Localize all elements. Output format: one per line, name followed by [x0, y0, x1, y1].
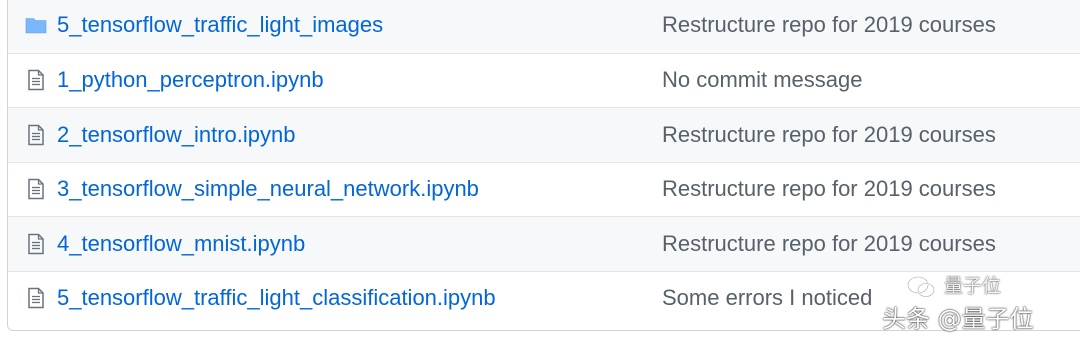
file-icon [28, 288, 44, 309]
file-row: 4_tensorflow_mnist.ipynb Restructure rep… [8, 216, 1080, 271]
file-icon [28, 124, 44, 145]
file-link[interactable]: 1_python_perceptron.ipynb [57, 67, 324, 93]
file-icon [28, 233, 44, 254]
file-link[interactable]: 2_tensorflow_intro.ipynb [57, 122, 295, 148]
file-link[interactable]: 5_tensorflow_traffic_light_classificatio… [57, 285, 496, 311]
file-icon [28, 70, 44, 91]
commit-message-link[interactable]: Restructure repo for 2019 courses [662, 231, 996, 257]
file-link[interactable]: 3_tensorflow_simple_neural_network.ipynb [57, 176, 479, 202]
commit-message-link[interactable]: Restructure repo for 2019 courses [662, 122, 996, 148]
folder-icon [25, 18, 47, 34]
file-icon [28, 179, 44, 200]
file-link[interactable]: 4_tensorflow_mnist.ipynb [57, 231, 305, 257]
file-list: 5_tensorflow_traffic_light_images Restru… [7, 0, 1080, 331]
commit-message-link[interactable]: Restructure repo for 2019 courses [662, 176, 996, 202]
file-row: 3_tensorflow_simple_neural_network.ipynb… [8, 161, 1080, 216]
file-row: 2_tensorflow_intro.ipynb Restructure rep… [8, 107, 1080, 162]
file-row: 5_tensorflow_traffic_light_classificatio… [8, 270, 1080, 325]
commit-message-link[interactable]: Some errors I noticed [662, 285, 872, 311]
file-row: 5_tensorflow_traffic_light_images Restru… [8, 0, 1080, 53]
file-link[interactable]: 5_tensorflow_traffic_light_images [57, 12, 383, 38]
commit-message-link[interactable]: Restructure repo for 2019 courses [662, 12, 996, 38]
commit-message-link[interactable]: No commit message [662, 67, 863, 93]
file-row: 1_python_perceptron.ipynb No commit mess… [8, 52, 1080, 107]
